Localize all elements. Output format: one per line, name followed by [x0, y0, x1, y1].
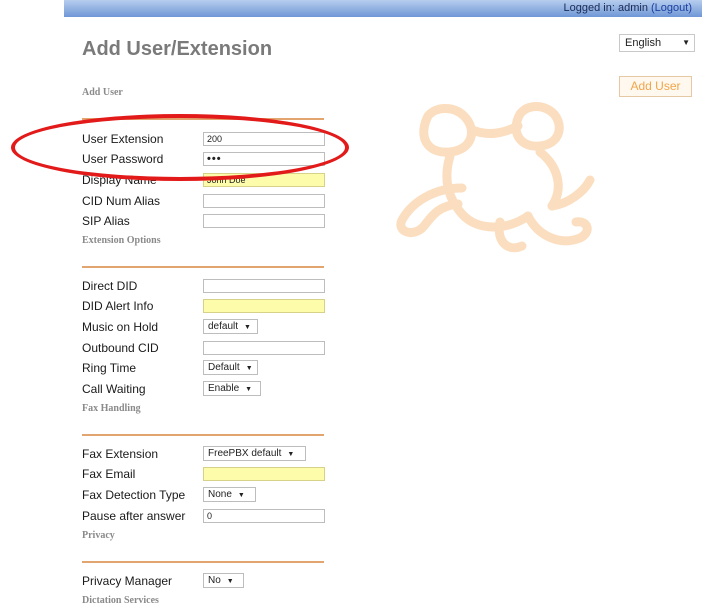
cid-num-alias-label: CID Num Alias: [82, 194, 161, 208]
language-select-value: English: [625, 37, 662, 49]
pause-after-answer-input[interactable]: 0: [203, 509, 325, 523]
chevron-down-icon: ▼: [287, 451, 295, 458]
sip-alias-label: SIP Alias: [82, 214, 130, 228]
section-divider: [82, 266, 324, 268]
section-heading-extension-options: Extension Options: [82, 235, 161, 246]
display-name-label: Display Name: [82, 173, 157, 187]
sip-alias-input[interactable]: [203, 214, 325, 228]
did-alert-info-label: DID Alert Info: [82, 299, 154, 313]
music-on-hold-value: default: [208, 321, 239, 332]
fax-extension-select[interactable]: FreePBX default ▼: [203, 446, 306, 461]
privacy-manager-select[interactable]: No ▼: [203, 573, 244, 588]
music-on-hold-label: Music on Hold: [82, 320, 159, 334]
fax-extension-value: FreePBX default: [208, 448, 282, 459]
ring-time-value: Default: [208, 362, 240, 373]
outbound-cid-row: Outbound CID: [82, 341, 342, 358]
outbound-cid-label: Outbound CID: [82, 341, 159, 355]
outbound-cid-input[interactable]: [203, 341, 325, 355]
add-user-button[interactable]: Add User: [619, 76, 692, 97]
ring-time-row: Ring Time Default ▼: [82, 360, 342, 378]
top-bar: Logged in: admin (Logout): [64, 0, 702, 17]
did-alert-info-row: DID Alert Info: [82, 299, 342, 316]
section-heading-dictation-services: Dictation Services: [82, 595, 159, 606]
direct-did-row: Direct DID: [82, 279, 342, 296]
section-divider: [82, 118, 324, 120]
login-status: Logged in: admin (Logout): [564, 2, 692, 14]
fax-email-row: Fax Email: [82, 467, 342, 484]
login-status-text: Logged in: admin: [563, 2, 648, 14]
pause-after-answer-label: Pause after answer: [82, 509, 186, 523]
user-extension-row: User Extension 200: [82, 132, 342, 149]
chevron-down-icon: ▼: [237, 492, 245, 499]
fax-detection-type-row: Fax Detection Type None ▼: [82, 487, 342, 505]
pause-after-answer-row: Pause after answer 0: [82, 509, 342, 526]
user-extension-input[interactable]: 200: [203, 132, 325, 146]
user-extension-label: User Extension: [82, 132, 164, 146]
section-heading-add-user: Add User: [82, 87, 123, 98]
chevron-down-icon: ▼: [244, 324, 251, 331]
privacy-manager-value: No: [208, 575, 221, 586]
cid-num-alias-input[interactable]: [203, 194, 325, 208]
display-name-input[interactable]: John Doe: [203, 173, 325, 187]
section-heading-privacy: Privacy: [82, 530, 115, 541]
cid-num-alias-row: CID Num Alias: [82, 194, 342, 211]
privacy-manager-label: Privacy Manager: [82, 574, 173, 588]
chevron-down-icon: ▼: [245, 386, 253, 393]
did-alert-info-input[interactable]: [203, 299, 325, 313]
direct-did-input[interactable]: [203, 279, 325, 293]
music-on-hold-row: Music on Hold default ▼: [82, 319, 342, 337]
fax-email-input[interactable]: [203, 467, 325, 481]
chevron-down-icon: ▼: [682, 38, 690, 47]
page-title: Add User/Extension: [82, 38, 273, 60]
chevron-down-icon: ▼: [245, 365, 253, 372]
call-waiting-value: Enable: [208, 383, 240, 394]
section-divider: [82, 434, 324, 436]
fax-detection-type-select[interactable]: None ▼: [203, 487, 256, 502]
ring-time-label: Ring Time: [82, 361, 137, 375]
privacy-manager-row: Privacy Manager No ▼: [82, 573, 342, 591]
ring-time-select[interactable]: Default ▼: [203, 360, 258, 375]
call-waiting-row: Call Waiting Enable ▼: [82, 381, 342, 399]
user-password-input[interactable]: •••: [203, 152, 325, 166]
direct-did-label: Direct DID: [82, 279, 138, 293]
sip-alias-row: SIP Alias: [82, 214, 342, 231]
frog-logo-watermark: [396, 102, 595, 253]
fax-detection-type-label: Fax Detection Type: [82, 488, 186, 502]
fax-detection-type-value: None: [208, 489, 232, 500]
fax-email-label: Fax Email: [82, 467, 136, 481]
call-waiting-select[interactable]: Enable ▼: [203, 381, 261, 396]
section-heading-fax-handling: Fax Handling: [82, 403, 141, 414]
user-password-label: User Password: [82, 152, 164, 166]
music-on-hold-select[interactable]: default ▼: [203, 319, 258, 334]
call-waiting-label: Call Waiting: [82, 382, 146, 396]
fax-extension-label: Fax Extension: [82, 447, 159, 461]
logout-link[interactable]: (Logout): [651, 2, 692, 14]
user-password-row: User Password •••: [82, 152, 342, 169]
display-name-row: Display Name John Doe: [82, 173, 342, 190]
fax-extension-row: Fax Extension FreePBX default ▼: [82, 446, 342, 464]
chevron-down-icon: ▼: [226, 578, 234, 585]
section-divider: [82, 561, 324, 563]
language-select[interactable]: English ▼: [619, 34, 695, 52]
